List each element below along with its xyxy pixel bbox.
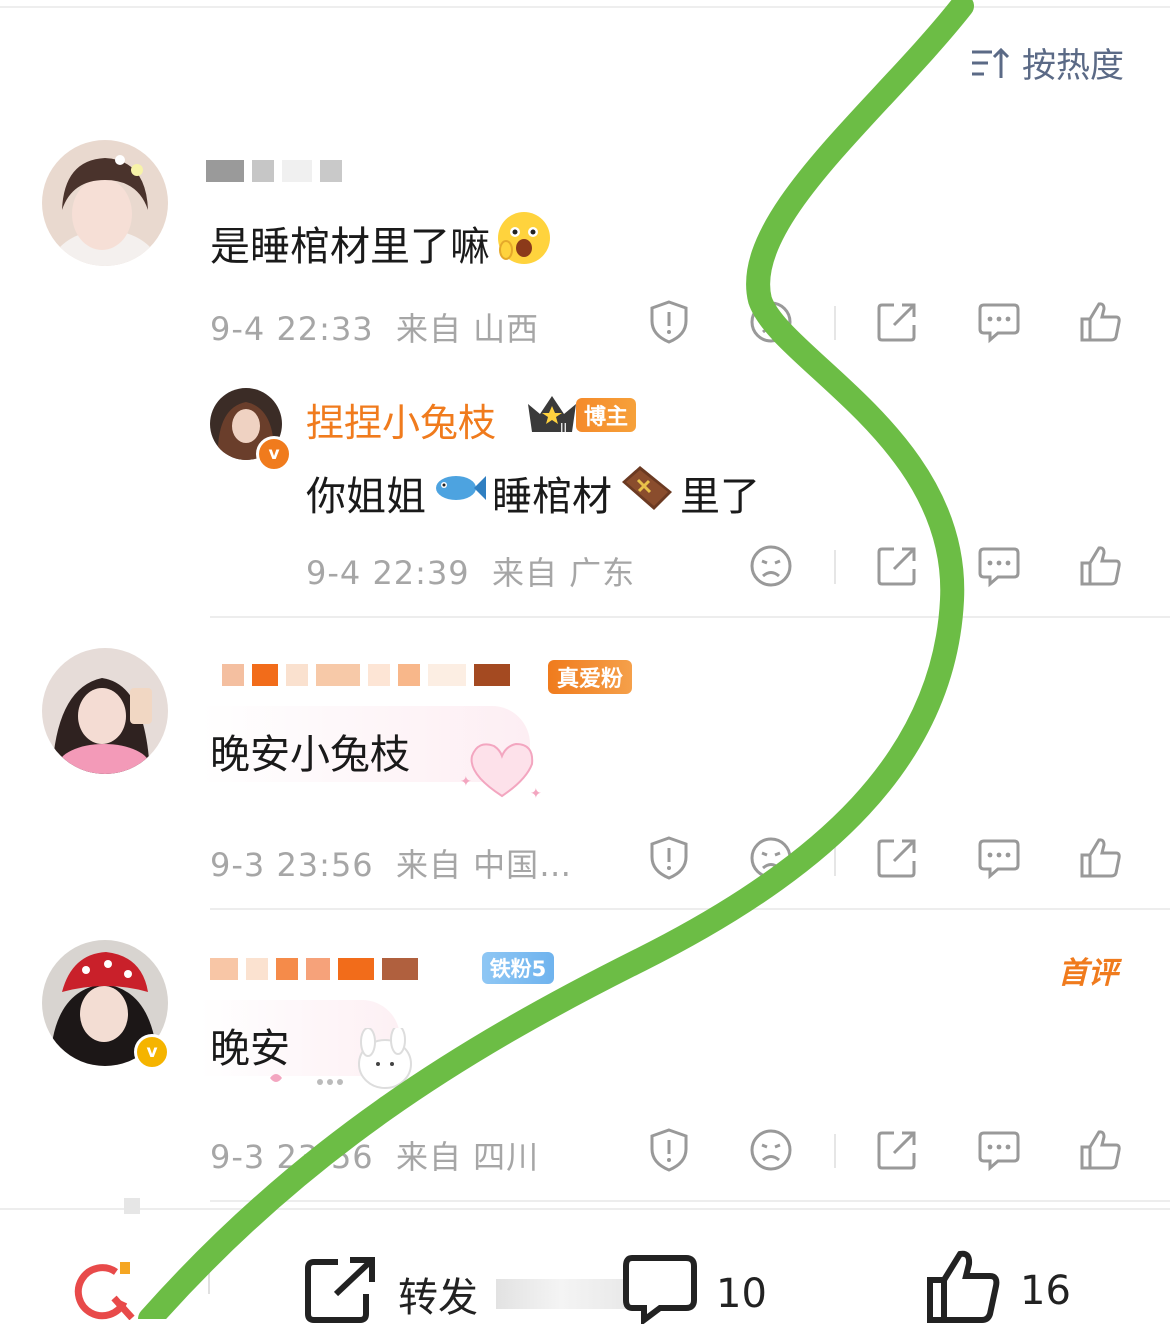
icon-separator (834, 1134, 836, 1168)
comment-divider (210, 1200, 1170, 1202)
reply-comment-icon[interactable] (976, 835, 1022, 881)
blurred-username (222, 652, 518, 698)
crown-level-icon: II (524, 392, 580, 436)
search-logo-icon[interactable] (70, 1258, 142, 1324)
report-shield-icon[interactable] (646, 299, 692, 345)
like-button[interactable]: 16 (926, 1248, 1071, 1334)
repost-button[interactable]: 转发 (304, 1254, 626, 1334)
top-divider (0, 6, 1170, 8)
blurred-count (496, 1279, 626, 1309)
dislike-face-icon[interactable] (748, 835, 794, 881)
report-shield-icon[interactable] (646, 835, 692, 881)
svg-text:✦: ✦ (460, 774, 472, 790)
share-icon[interactable] (874, 1127, 920, 1173)
verified-badge-icon: v (256, 436, 292, 472)
icon-separator (834, 306, 836, 340)
like-thumb-icon[interactable] (1078, 1127, 1124, 1173)
blurred-pixel (124, 1198, 140, 1214)
true-fan-badge: 真爱粉 (548, 660, 632, 694)
blurred-username (206, 148, 350, 194)
share-icon[interactable] (874, 543, 920, 589)
blurred-username (210, 946, 426, 992)
fish-emoji-icon (430, 468, 488, 518)
repost-icon (304, 1254, 380, 1334)
reply-comment-icon[interactable] (976, 1127, 1022, 1173)
first-comment-tag: 首评 (1058, 956, 1118, 991)
reply-comment-icon[interactable] (976, 543, 1022, 589)
comment-text: 晚安 (210, 1026, 290, 1072)
share-icon[interactable] (874, 835, 920, 881)
share-icon[interactable] (874, 299, 920, 345)
comment-bubble-icon (622, 1254, 698, 1334)
repost-label: 转发 (398, 1275, 478, 1321)
comment-meta: 9-3 23:56 来自 四川 (210, 1138, 540, 1176)
like-count: 16 (1020, 1268, 1071, 1314)
verified-badge-icon: v (134, 1034, 170, 1070)
comment-divider (210, 616, 1170, 618)
comment-meta: 9-4 22:33 来自 山西 (210, 310, 540, 348)
dislike-face-icon[interactable] (748, 543, 794, 589)
bar-separator (208, 1246, 210, 1294)
sort-by-hot-button[interactable]: 按热度 (970, 38, 1124, 87)
reply-author-name[interactable]: 捏捏小兔枝 (306, 392, 496, 447)
like-thumb-icon[interactable] (1078, 299, 1124, 345)
reply-text: 你姐姐 睡棺材 里了 (306, 462, 760, 524)
comment-meta: 9-3 23:56 来自 中国… (210, 846, 573, 884)
coffin-emoji-icon (616, 462, 676, 524)
comment-text: 晚安小兔枝 (210, 732, 410, 778)
comment-count: 10 (716, 1271, 767, 1317)
icon-separator (834, 842, 836, 876)
sort-icon (970, 46, 1010, 80)
dislike-face-icon[interactable] (748, 299, 794, 345)
sort-label: 按热度 (1022, 46, 1124, 86)
like-thumb-icon[interactable] (1078, 543, 1124, 589)
comment-divider (210, 908, 1170, 910)
bottom-action-bar: 转发 10 16 (0, 1198, 1170, 1326)
like-thumb-icon[interactable] (1078, 835, 1124, 881)
heart-sticker-icon: ✦ ✦ (460, 736, 544, 802)
like-thumb-icon (926, 1248, 1002, 1334)
dislike-face-icon[interactable] (748, 1127, 794, 1173)
comment-text: 是睡棺材里了嘛 (210, 210, 552, 276)
svg-text:✦: ✦ (530, 786, 542, 802)
shocked-emoji-icon (496, 210, 552, 276)
icon-separator (834, 550, 836, 584)
avatar[interactable] (42, 140, 168, 266)
comment-button[interactable]: 10 (622, 1254, 767, 1334)
reply-comment-icon[interactable] (976, 299, 1022, 345)
report-shield-icon[interactable] (646, 1127, 692, 1173)
reply-meta: 9-4 22:39 来自 广东 (306, 554, 636, 592)
avatar[interactable] (42, 648, 168, 774)
blogger-badge: 博主 (576, 398, 636, 432)
iron-fan-badge: 铁粉5 (482, 952, 554, 984)
svg-text:II: II (560, 421, 567, 435)
